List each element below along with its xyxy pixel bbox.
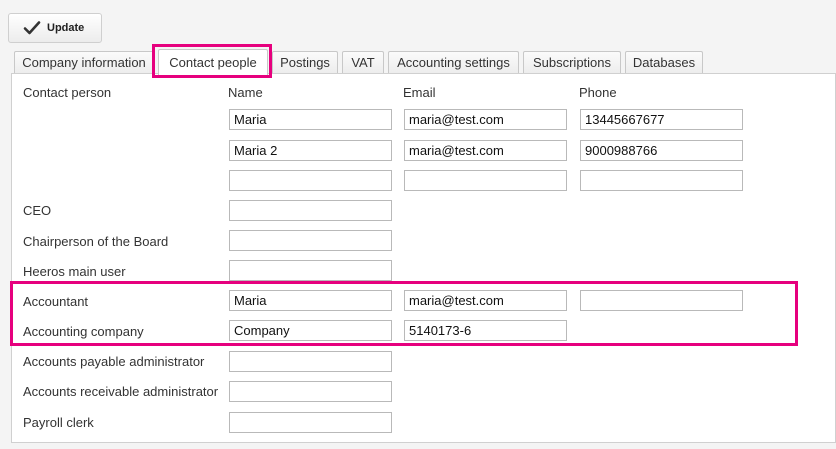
checkmark-icon [23,21,41,35]
main-user-name-input[interactable] [229,260,392,281]
accountant-name-input[interactable] [229,290,392,311]
accountant-email-input[interactable] [404,290,567,311]
accountant-label: Accountant [23,294,89,309]
header-email: Email [403,85,436,100]
ar-admin-label: Accounts receivable administrator [23,384,219,399]
ap-admin-label: Accounts payable administrator [23,354,205,369]
payroll-label: Payroll clerk [23,415,94,430]
contact-people-panel: Contact person Name Email Phone CEO Chai… [11,73,836,443]
chairperson-label: Chairperson of the Board [23,234,169,249]
contact-2-email-input[interactable] [404,140,567,161]
tab-databases[interactable]: Databases [625,51,703,73]
accounting-company-name-input[interactable] [229,320,392,341]
ar-admin-name-input[interactable] [229,381,392,402]
accounting-company-label: Accounting company [23,324,144,339]
chairperson-name-input[interactable] [229,230,392,251]
contact-1-email-input[interactable] [404,109,567,130]
contact-3-email-input[interactable] [404,170,567,191]
ap-admin-name-input[interactable] [229,351,392,372]
contact-2-phone-input[interactable] [580,140,743,161]
tab-subscriptions[interactable]: Subscriptions [523,51,621,73]
tab-contact-people[interactable]: Contact people [158,49,268,75]
update-button-label: Update [47,22,85,34]
contact-3-name-input[interactable] [229,170,392,191]
update-button[interactable]: Update [8,13,102,43]
accountant-phone-input[interactable] [580,290,743,311]
header-phone: Phone [579,85,617,100]
contact-1-name-input[interactable] [229,109,392,130]
tab-accounting-settings[interactable]: Accounting settings [388,51,519,73]
toolbar: Update [0,0,836,48]
tab-company-information[interactable]: Company information [14,51,154,73]
header-name: Name [228,85,263,100]
ceo-name-input[interactable] [229,200,392,221]
contact-person-label: Contact person [23,85,112,100]
ceo-label: CEO [23,203,52,218]
tab-vat[interactable]: VAT [342,51,384,73]
contact-2-name-input[interactable] [229,140,392,161]
accounting-company-business-id-input[interactable] [404,320,567,341]
contact-1-phone-input[interactable] [580,109,743,130]
contact-3-phone-input[interactable] [580,170,743,191]
tab-postings[interactable]: Postings [272,51,338,73]
payroll-name-input[interactable] [229,412,392,433]
main-user-label: Heeros main user [23,264,126,279]
